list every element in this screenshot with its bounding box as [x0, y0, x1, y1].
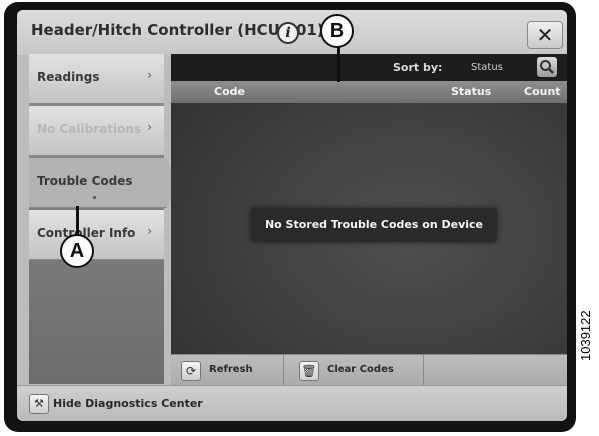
column-header-row: Code Status Count — [171, 81, 567, 103]
magnifier-icon — [540, 60, 554, 74]
search-button[interactable] — [537, 57, 557, 77]
action-bar: ⟳ Refresh 🗑 Clear Codes — [171, 354, 567, 389]
chevron-right-icon: › — [147, 120, 152, 134]
sidebar-item-calibrations[interactable]: No Calibrations › — [29, 106, 164, 156]
trash-icon: 🗑 — [299, 361, 319, 381]
info-icon[interactable]: i — [277, 22, 299, 44]
sort-bar: Sort by: Status — [171, 54, 567, 81]
sidebar-item-label: No Calibrations — [37, 122, 141, 136]
clear-codes-label: Clear Codes — [327, 364, 394, 375]
divider — [423, 355, 424, 389]
trouble-codes-panel: Sort by: Status Code Status Count No Sto… — [171, 54, 567, 354]
figure-id: 1039122 — [578, 310, 593, 361]
diagnostics-window: Header/Hitch Controller (HCU.001) i ✕ Re… — [17, 10, 567, 421]
refresh-label: Refresh — [209, 364, 253, 375]
sidebar: Readings › No Calibrations › Trouble Cod… — [29, 54, 178, 384]
chevron-right-icon: › — [147, 68, 152, 82]
title-bar: Header/Hitch Controller (HCU.001) i ✕ — [17, 10, 567, 55]
selection-dot — [93, 196, 96, 199]
sort-dropdown[interactable]: Status — [471, 62, 503, 73]
sidebar-item-trouble-codes[interactable]: Trouble Codes — [29, 158, 178, 208]
empty-state-message: No Stored Trouble Codes on Device — [251, 208, 497, 242]
column-header-status[interactable]: Status — [451, 85, 491, 98]
sidebar-item-readings[interactable]: Readings › — [29, 54, 164, 104]
refresh-icon: ⟳ — [181, 361, 201, 381]
callout-a-leader — [76, 206, 79, 236]
x-icon: ✕ — [536, 23, 554, 47]
close-button[interactable]: ✕ — [527, 21, 563, 49]
column-header-count[interactable]: Count — [524, 85, 561, 98]
sidebar-item-controller-info[interactable]: Controller Info › — [29, 210, 164, 260]
chevron-right-icon: › — [147, 224, 152, 238]
sort-label: Sort by: — [393, 61, 443, 74]
callout-b: B — [320, 14, 354, 48]
callout-b-leader — [337, 42, 340, 82]
sidebar-item-label: Readings — [37, 70, 100, 84]
sidebar-item-label: Trouble Codes — [37, 174, 133, 188]
hide-diagnostics-label: Hide Diagnostics Center — [53, 397, 203, 410]
divider — [283, 355, 284, 389]
bottom-bar: ⚒ Hide Diagnostics Center — [17, 385, 567, 421]
wrench-icon: ⚒ — [29, 394, 49, 414]
callout-a: A — [60, 234, 94, 268]
column-header-code[interactable]: Code — [214, 85, 245, 98]
